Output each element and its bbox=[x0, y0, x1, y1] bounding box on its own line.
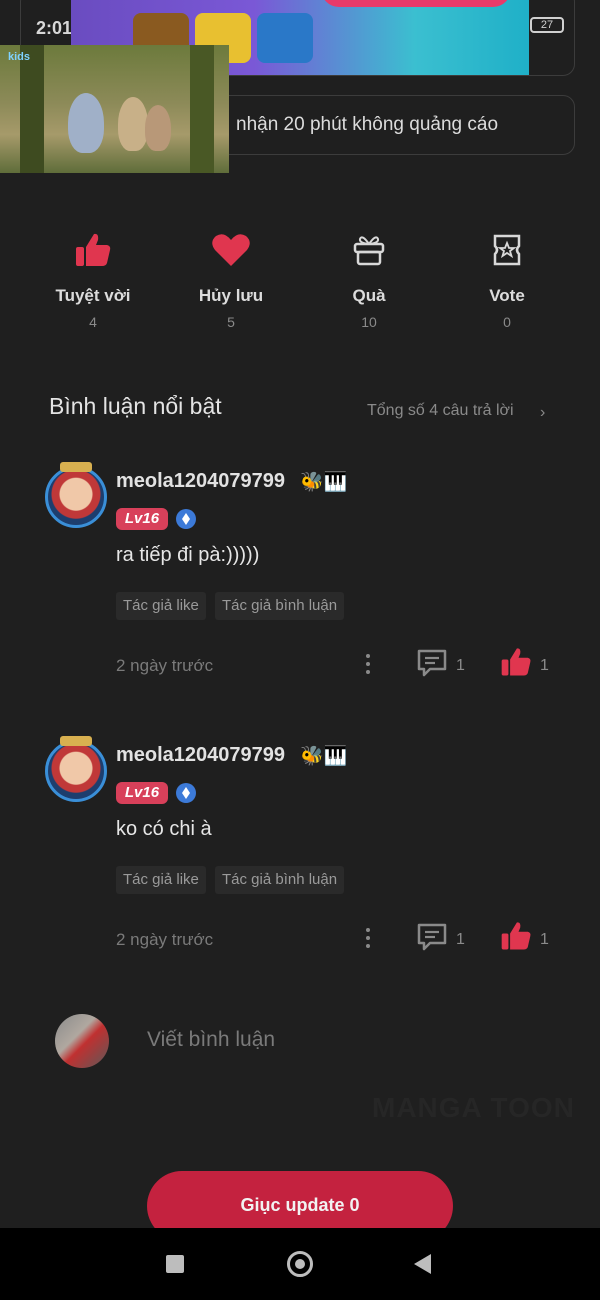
action-unsave[interactable]: Hủy lưu 5 bbox=[162, 226, 300, 330]
system-nav-bar bbox=[0, 1228, 600, 1300]
gift-icon bbox=[353, 236, 385, 266]
vote-ticket-icon bbox=[493, 234, 521, 266]
username[interactable]: meola1204079799 bbox=[116, 744, 285, 767]
action-count: 0 bbox=[503, 314, 511, 330]
chapter-actions: Tuyệt vời 4 Hủy lưu 5 Quà 10 Vote 0 bbox=[24, 226, 576, 336]
action-label: Vote bbox=[489, 286, 525, 305]
comment-input[interactable]: Viết bình luận bbox=[147, 1028, 275, 1052]
comment-item: meola1204079799 🐝🎹 Lv16 ko có chi à Tác … bbox=[0, 736, 600, 990]
bee-piano-decoration-icon: 🐝🎹 bbox=[300, 746, 348, 767]
thumbs-up-icon[interactable] bbox=[500, 920, 532, 952]
reply-comment-icon[interactable] bbox=[416, 648, 448, 678]
like-count: 1 bbox=[540, 931, 549, 948]
chevron-right-icon[interactable]: › bbox=[540, 404, 545, 422]
pip-character bbox=[68, 93, 104, 153]
ad-pill bbox=[321, 0, 511, 7]
thumbs-up-icon bbox=[76, 233, 111, 266]
author-like-tag: Tác giả like bbox=[116, 592, 206, 620]
comment-time: 2 ngày trước bbox=[116, 930, 214, 949]
like-count: 1 bbox=[540, 657, 549, 674]
comment-time: 2 ngày trước bbox=[116, 656, 214, 675]
action-count: 10 bbox=[361, 314, 377, 330]
action-gift[interactable]: Quà 10 bbox=[300, 226, 438, 330]
action-label: Hủy lưu bbox=[198, 286, 264, 305]
avatar-frame-crown bbox=[60, 736, 92, 746]
avatar-frame-crown bbox=[60, 462, 92, 472]
author-like-tag: Tác giả like bbox=[116, 866, 206, 894]
comment-item: meola1204079799 🐝🎹 Lv16 ra tiếp đi pà:))… bbox=[0, 462, 600, 716]
reply-count: 1 bbox=[456, 931, 465, 948]
pip-channel-logo: kids bbox=[8, 51, 31, 63]
pip-scene-tree bbox=[190, 45, 214, 173]
level-badge: Lv16 bbox=[116, 782, 168, 804]
comment-text: ra tiếp đi pà:))))) bbox=[116, 544, 260, 566]
reply-comment-icon[interactable] bbox=[416, 922, 448, 952]
back-icon[interactable] bbox=[414, 1254, 431, 1274]
home-icon[interactable] bbox=[287, 1251, 313, 1277]
avatar[interactable] bbox=[45, 740, 107, 802]
pip-scene-tree bbox=[20, 45, 44, 173]
comments-total-link[interactable]: Tổng số 4 câu trả lời bbox=[367, 402, 514, 420]
recent-apps-icon[interactable] bbox=[166, 1255, 184, 1273]
more-options-icon[interactable] bbox=[364, 926, 372, 950]
ad-tile bbox=[257, 13, 313, 63]
thumbs-up-icon[interactable] bbox=[500, 646, 532, 678]
heart-icon bbox=[212, 234, 250, 266]
avatar[interactable] bbox=[45, 466, 107, 528]
author-comment-tag: Tác giả bình luận bbox=[215, 592, 345, 620]
more-options-icon[interactable] bbox=[364, 652, 372, 676]
reply-count: 1 bbox=[456, 657, 465, 674]
pip-character bbox=[118, 97, 148, 151]
pip-character bbox=[145, 105, 171, 151]
username[interactable]: meola1204079799 bbox=[116, 470, 285, 493]
watermark-logo: MANGA TOON bbox=[372, 1092, 575, 1123]
pip-video-player[interactable]: kids bbox=[0, 45, 229, 173]
action-count: 4 bbox=[89, 314, 97, 330]
action-label: Quà bbox=[352, 286, 386, 305]
bee-piano-decoration-icon: 🐝🎹 bbox=[300, 472, 348, 493]
comments-section-title: Bình luận nổi bật bbox=[49, 393, 222, 419]
comment-text: ko có chi à bbox=[116, 818, 212, 840]
level-badge: Lv16 bbox=[116, 508, 168, 530]
action-vote[interactable]: Vote 0 bbox=[438, 226, 576, 330]
action-like[interactable]: Tuyệt vời 4 bbox=[24, 226, 162, 330]
action-label: Tuyệt vời bbox=[55, 286, 131, 305]
current-user-avatar bbox=[55, 1014, 109, 1068]
no-ads-text: nhận 20 phút không quảng cáo bbox=[236, 114, 499, 135]
action-count: 5 bbox=[227, 314, 235, 330]
author-comment-tag: Tác giả bình luận bbox=[215, 866, 345, 894]
diamond-badge-icon bbox=[176, 509, 196, 529]
diamond-badge-icon bbox=[176, 783, 196, 803]
